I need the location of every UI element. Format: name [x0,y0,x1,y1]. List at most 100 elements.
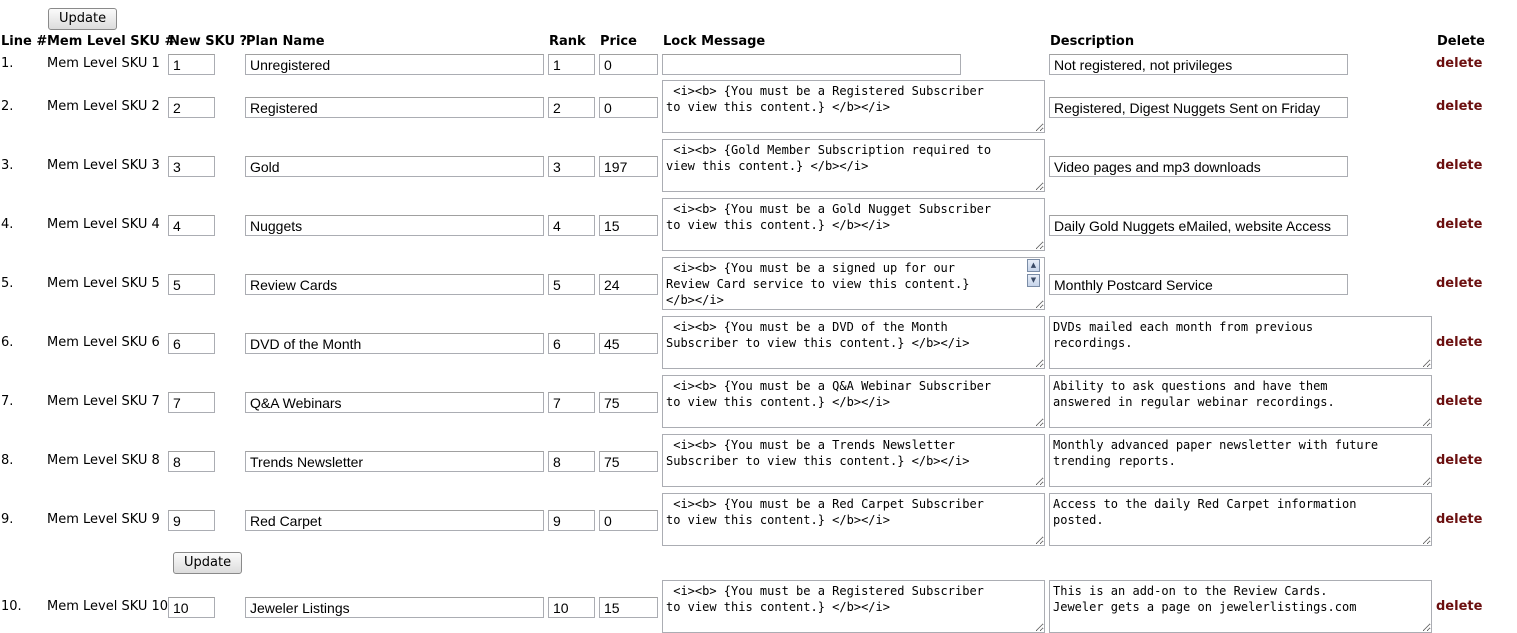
plan-name-input[interactable] [245,597,544,618]
description-textarea[interactable] [1049,316,1432,369]
mem-level-sku-label: Mem Level SKU 5 [47,276,160,291]
rank-input[interactable] [548,156,595,177]
lock-message-textarea[interactable] [662,580,1045,633]
delete-link[interactable]: delete [1436,217,1482,232]
delete-link[interactable]: delete [1436,99,1482,114]
description-input[interactable] [1049,97,1348,118]
textarea-scrollbar[interactable]: ▲ ▼ [1027,259,1040,291]
description-textarea[interactable] [1049,493,1432,546]
price-input[interactable] [599,54,658,75]
description-input[interactable] [1049,54,1348,75]
line-number: 9. [1,512,14,527]
header-description: Description [1050,34,1135,49]
description-input[interactable] [1049,215,1348,236]
header-lock-message: Lock Message [663,34,766,49]
header-rank: Rank [549,34,586,49]
delete-link[interactable]: delete [1436,56,1482,71]
plan-name-input[interactable] [245,333,544,354]
price-input[interactable] [599,451,658,472]
scroll-up-icon[interactable]: ▲ [1027,259,1040,272]
new-sku-input[interactable] [168,597,215,618]
new-sku-input[interactable] [168,97,215,118]
delete-link[interactable]: delete [1436,512,1482,527]
line-number: 4. [1,217,14,232]
delete-link[interactable]: delete [1436,158,1482,173]
mem-level-sku-label: Mem Level SKU 9 [47,512,160,527]
description-textarea[interactable] [1049,434,1432,487]
header-delete: Delete [1437,34,1485,49]
price-input[interactable] [599,274,658,295]
line-number: 7. [1,394,14,409]
delete-link[interactable]: delete [1436,599,1482,614]
header-mem-level-sku: Mem Level SKU # [47,34,176,49]
price-input[interactable] [599,215,658,236]
new-sku-input[interactable] [168,156,215,177]
lock-message-textarea[interactable] [662,434,1045,487]
header-price: Price [600,34,637,49]
price-input[interactable] [599,597,658,618]
header-line-number: Line # [1,34,48,49]
line-number: 10. [1,599,22,614]
lock-message-textarea[interactable] [662,139,1045,192]
lock-message-input[interactable] [662,54,961,75]
plan-name-input[interactable] [245,215,544,236]
delete-link[interactable]: delete [1436,394,1482,409]
lock-message-textarea[interactable] [662,198,1045,251]
line-number: 5. [1,276,14,291]
rank-input[interactable] [548,333,595,354]
new-sku-input[interactable] [168,333,215,354]
price-input[interactable] [599,156,658,177]
delete-link[interactable]: delete [1436,335,1482,350]
new-sku-input[interactable] [168,392,215,413]
rank-input[interactable] [548,510,595,531]
new-sku-input[interactable] [168,54,215,75]
new-sku-input[interactable] [168,510,215,531]
rank-input[interactable] [548,392,595,413]
delete-link[interactable]: delete [1436,453,1482,468]
lock-message-textarea[interactable] [662,257,1045,310]
lock-message-textarea[interactable] [662,493,1045,546]
price-input[interactable] [599,392,658,413]
line-number: 3. [1,158,14,173]
price-input[interactable] [599,510,658,531]
lock-message-textarea[interactable] [662,316,1045,369]
header-plan-name: Plan Name [246,34,325,49]
new-sku-input[interactable] [168,274,215,295]
mem-level-sku-label: Mem Level SKU 7 [47,394,160,409]
description-textarea[interactable] [1049,580,1432,633]
lock-message-textarea[interactable] [662,375,1045,428]
plan-name-input[interactable] [245,392,544,413]
line-number: 1. [1,56,14,71]
plan-name-input[interactable] [245,510,544,531]
rank-input[interactable] [548,451,595,472]
update-button-middle[interactable]: Update [173,552,243,574]
delete-link[interactable]: delete [1436,276,1482,291]
rank-input[interactable] [548,54,595,75]
description-textarea[interactable] [1049,375,1432,428]
plan-name-input[interactable] [245,54,544,75]
mem-level-sku-label: Mem Level SKU 1 [47,56,160,71]
rank-input[interactable] [548,215,595,236]
mem-level-sku-label: Mem Level SKU 8 [47,453,160,468]
rank-input[interactable] [548,274,595,295]
price-input[interactable] [599,333,658,354]
plan-name-input[interactable] [245,274,544,295]
plan-name-input[interactable] [245,97,544,118]
plan-name-input[interactable] [245,451,544,472]
plan-name-input[interactable] [245,156,544,177]
lock-message-textarea[interactable] [662,80,1045,133]
price-input[interactable] [599,97,658,118]
new-sku-input[interactable] [168,451,215,472]
mem-level-sku-label: Mem Level SKU 6 [47,335,160,350]
update-button-top[interactable]: Update [48,8,118,30]
mem-level-sku-label: Mem Level SKU 2 [47,99,160,114]
description-input[interactable] [1049,156,1348,177]
line-number: 8. [1,453,14,468]
description-input[interactable] [1049,274,1348,295]
rank-input[interactable] [548,597,595,618]
mem-level-sku-label: Mem Level SKU 4 [47,217,160,232]
scroll-down-icon[interactable]: ▼ [1027,274,1040,287]
line-number: 2. [1,99,14,114]
new-sku-input[interactable] [168,215,215,236]
rank-input[interactable] [548,97,595,118]
